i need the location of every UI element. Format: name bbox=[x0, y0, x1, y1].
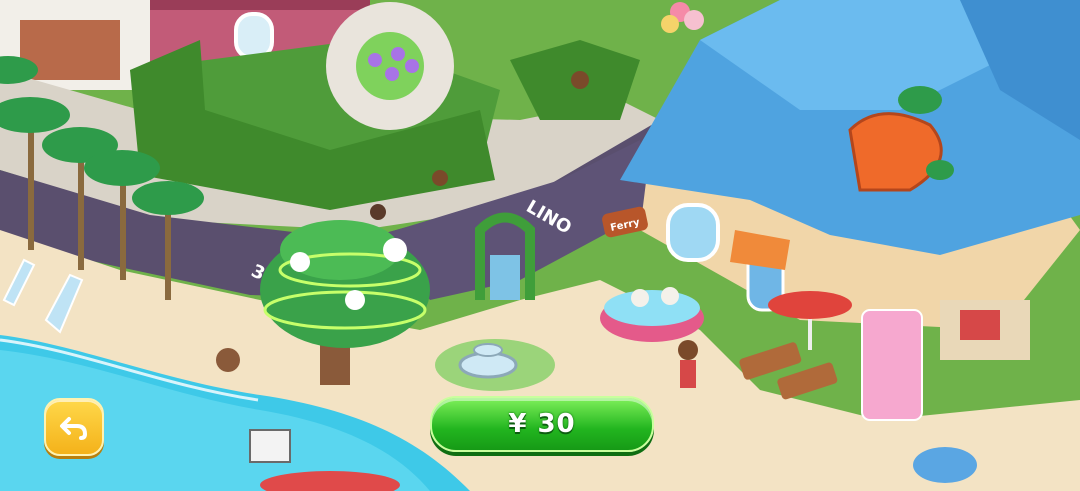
back-arrow-icon bbox=[60, 417, 88, 440]
character-lifeguard bbox=[678, 340, 698, 360]
purchase-price-button[interactable]: ¥ 30 bbox=[430, 396, 654, 452]
character-fisherman bbox=[216, 348, 240, 372]
fountain bbox=[435, 339, 555, 391]
pink-display-stand bbox=[861, 309, 923, 421]
back-button[interactable] bbox=[44, 398, 104, 456]
price-label: ¥ 30 bbox=[508, 409, 576, 439]
